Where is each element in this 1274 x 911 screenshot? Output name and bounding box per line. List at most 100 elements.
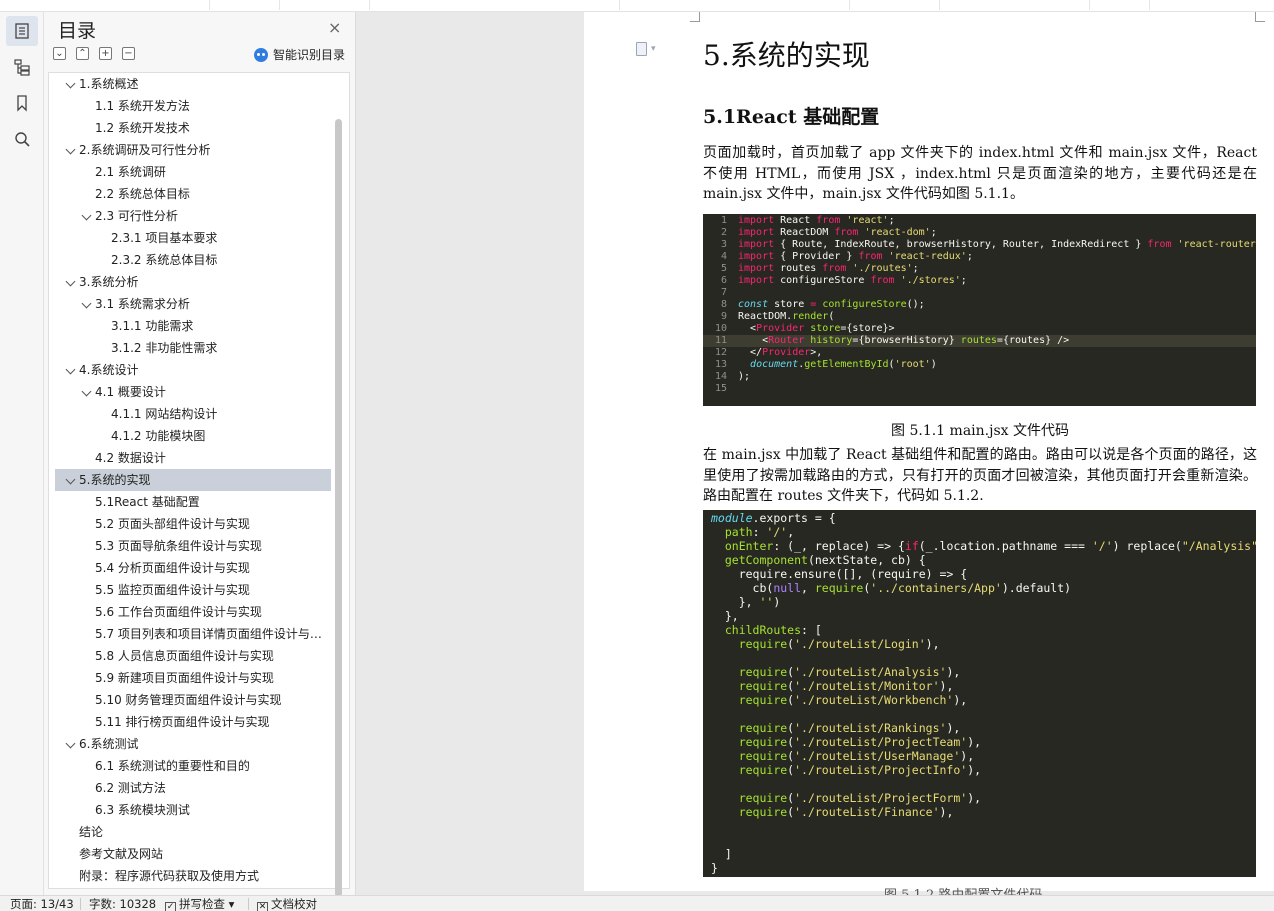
- code-line: require('./routeList/Analysis'),: [738, 665, 961, 679]
- toc-item[interactable]: 5.9 新建项目页面组件设计与实现: [55, 667, 331, 689]
- toc-item[interactable]: 5.6 工作台页面组件设计与实现: [55, 601, 331, 623]
- chevron-down-icon[interactable]: [65, 276, 76, 287]
- toc-item[interactable]: 2.1 系统调研: [55, 161, 331, 183]
- toc-item-label: 3.系统分析: [79, 275, 139, 289]
- code-line: }, ''): [711, 595, 781, 609]
- collapse-all-icon[interactable]: ⌄: [53, 47, 66, 60]
- chevron-down-icon[interactable]: [65, 364, 76, 375]
- paragraph-handle[interactable]: ▾: [636, 42, 656, 56]
- toc-item[interactable]: 2.系统调研及可行性分析: [55, 139, 331, 161]
- close-icon[interactable]: ×: [328, 18, 341, 37]
- toc-item-label: 2.系统调研及可行性分析: [79, 143, 211, 157]
- toc-item[interactable]: 5.11 排行榜页面组件设计与实现: [55, 711, 331, 733]
- toc-toolbar: ⌄ ⌃ + −: [53, 47, 135, 61]
- chevron-down-icon[interactable]: [65, 78, 76, 89]
- bookmark-button[interactable]: [6, 88, 38, 118]
- chevron-down-icon[interactable]: [81, 386, 92, 397]
- code-line: require.ensure([], (require) => {: [711, 567, 968, 581]
- chevron-down-icon[interactable]: [81, 210, 92, 221]
- word-count[interactable]: 字数: 10328: [89, 897, 156, 911]
- toc-item-label: 5.10 财务管理页面组件设计与实现: [95, 693, 282, 707]
- toc-item[interactable]: 5.系统的实现: [55, 469, 331, 491]
- proofread-toggle[interactable]: ✕ 文档校对: [257, 897, 317, 911]
- tree-structure-icon: [14, 59, 30, 76]
- toc-item-label: 4.2 数据设计: [95, 451, 166, 465]
- toc-item-label: 4.1 概要设计: [95, 385, 166, 399]
- toc-item-label: 1.2 系统开发技术: [95, 121, 190, 135]
- toc-item[interactable]: 4.1.2 功能模块图: [55, 425, 331, 447]
- toc-item[interactable]: 4.1 概要设计: [55, 381, 331, 403]
- toc-item-label: 6.2 测试方法: [95, 781, 166, 795]
- toc-item[interactable]: 3.1.1 功能需求: [55, 315, 331, 337]
- proofread-icon: ✕: [257, 902, 268, 911]
- toc-item[interactable]: 6.3 系统模块测试: [55, 799, 331, 821]
- toc-item[interactable]: 6.1 系统测试的重要性和目的: [55, 755, 331, 777]
- add-heading-icon[interactable]: +: [99, 47, 112, 60]
- toc-item-label: 5.系统的实现: [79, 473, 151, 487]
- code-line: require('./routeList/UserManage'),: [738, 749, 975, 763]
- toc-item[interactable]: 5.5 监控页面组件设计与实现: [55, 579, 331, 601]
- toc-item[interactable]: 1.系统概述: [55, 73, 331, 95]
- code-line: require('./routeList/Monitor'),: [738, 679, 954, 693]
- toc-item[interactable]: 3.1 系统需求分析: [55, 293, 331, 315]
- toc-item[interactable]: 5.4 分析页面组件设计与实现: [55, 557, 331, 579]
- toc-item[interactable]: 2.3 可行性分析: [55, 205, 331, 227]
- toc-item[interactable]: 3.系统分析: [55, 271, 331, 293]
- remove-heading-icon[interactable]: −: [122, 47, 135, 60]
- smart-toc-label: 智能识别目录: [273, 48, 346, 62]
- page-corner-mark: [1255, 12, 1265, 22]
- page-corner-mark: [690, 12, 700, 22]
- figure-caption-1: 图 5.1.1 main.jsx 文件代码: [891, 423, 1069, 439]
- chevron-down-icon[interactable]: [65, 474, 76, 485]
- chevron-down-icon[interactable]: [65, 738, 76, 749]
- toc-item-label: 4.1.2 功能模块图: [111, 429, 206, 443]
- toc-scrollbar[interactable]: [335, 119, 342, 897]
- toc-item-label: 1.1 系统开发方法: [95, 99, 190, 113]
- toc-item[interactable]: 2.3.2 系统总体目标: [55, 249, 331, 271]
- toc-item-label: 1.系统概述: [79, 77, 139, 91]
- toc-item[interactable]: 5.8 人员信息页面组件设计与实现: [55, 645, 331, 667]
- toc-item-label: 4.系统设计: [79, 363, 139, 377]
- status-separator: [248, 898, 249, 910]
- toc-item[interactable]: 5.2 页面头部组件设计与实现: [55, 513, 331, 535]
- code-line: require('./routeList/ProjectTeam'),: [738, 735, 982, 749]
- status-bar: 页面: 13/43 字数: 10328 ✓ 拼写检查 ▾ ✕ 文档校对: [0, 895, 1274, 911]
- toc-item[interactable]: 5.3 页面导航条组件设计与实现: [55, 535, 331, 557]
- search-button[interactable]: [6, 124, 38, 154]
- toc-item[interactable]: 4.2 数据设计: [55, 447, 331, 469]
- toc-item[interactable]: 参考文献及网站: [55, 843, 331, 865]
- toc-item[interactable]: 1.2 系统开发技术: [55, 117, 331, 139]
- toc-item[interactable]: 5.7 项目列表和项目详情页面组件设计与实现: [55, 623, 331, 645]
- toc-item-label: 5.2 页面头部组件设计与实现: [95, 517, 250, 531]
- ai-robot-icon: [254, 47, 268, 62]
- toc-item[interactable]: 1.1 系统开发方法: [55, 95, 331, 117]
- chevron-down-icon[interactable]: [65, 144, 76, 155]
- checkbox-checked-icon: ✓: [165, 902, 176, 911]
- toc-item[interactable]: 4.1.1 网站结构设计: [55, 403, 331, 425]
- toc-item[interactable]: 5.1React 基础配置: [55, 491, 331, 513]
- toc-item-label: 2.3.2 系统总体目标: [111, 253, 218, 267]
- spell-check-toggle[interactable]: ✓ 拼写检查 ▾: [165, 897, 234, 911]
- toc-item[interactable]: 2.2 系统总体目标: [55, 183, 331, 205]
- navigation-tree-button[interactable]: [6, 52, 38, 82]
- toc-item[interactable]: 3.1.2 非功能性需求: [55, 337, 331, 359]
- code-line: onEnter: (_, replace) => {if(_.location.…: [724, 539, 1256, 553]
- smart-toc-button[interactable]: 智能识别目录: [254, 46, 345, 63]
- toc-item[interactable]: 4.系统设计: [55, 359, 331, 381]
- search-icon: [15, 132, 30, 147]
- toc-panel-button[interactable]: [6, 16, 38, 46]
- toc-item[interactable]: 5.10 财务管理页面组件设计与实现: [55, 689, 331, 711]
- expand-all-icon[interactable]: ⌃: [76, 47, 89, 60]
- code-line: ]: [711, 847, 732, 861]
- toc-item[interactable]: 6.2 测试方法: [55, 777, 331, 799]
- toc-item[interactable]: 附录：程序源代码获取及使用方式: [55, 865, 331, 887]
- toc-item[interactable]: 结论: [55, 821, 331, 843]
- toc-item-label: 结论: [79, 825, 104, 839]
- toc-item[interactable]: 2.3.1 项目基本要求: [55, 227, 331, 249]
- paragraph-2: 在 main.jsx 中加载了 React 基础组件和配置的路由。路由可以说是各…: [703, 447, 1257, 504]
- toc-item-label: 参考文献及网站: [79, 847, 164, 861]
- toc-item[interactable]: 6.系统测试: [55, 733, 331, 755]
- toc-item-label: 2.3.1 项目基本要求: [111, 231, 218, 245]
- chevron-down-icon[interactable]: [81, 298, 92, 309]
- page-indicator[interactable]: 页面: 13/43: [10, 897, 74, 911]
